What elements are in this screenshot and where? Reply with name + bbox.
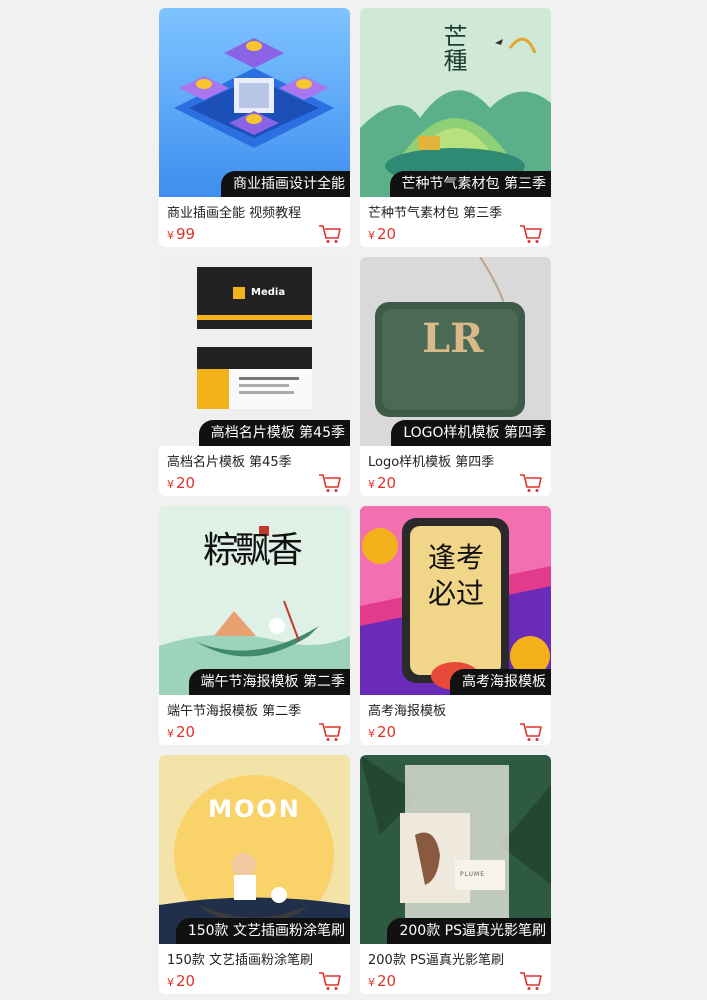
- product-title[interactable]: 高考海报模板: [368, 700, 446, 719]
- product-card[interactable]: 粽飘香 端午节海报模板 第二季 端午节海报模板 第二季 ¥20: [159, 506, 350, 745]
- currency-symbol: ¥: [368, 229, 375, 242]
- product-thumbnail[interactable]: MOON 150款 文艺插画粉涂笔刷: [159, 755, 350, 944]
- product-price: ¥20: [167, 474, 195, 492]
- price-value: 20: [377, 723, 397, 741]
- currency-symbol: ¥: [368, 727, 375, 740]
- product-banner: 芒种节气素材包 第三季: [389, 171, 551, 197]
- moon-festival-illustration: [159, 755, 350, 944]
- product-banner: 端午节海报模板 第二季: [188, 669, 350, 695]
- price-value: 20: [176, 474, 196, 492]
- product-title[interactable]: 商业插画全能 视频教程: [167, 202, 301, 221]
- price-value: 20: [176, 972, 196, 990]
- product-price: ¥99: [167, 225, 195, 243]
- currency-symbol: ¥: [167, 727, 174, 740]
- shopping-cart-icon[interactable]: [318, 722, 342, 742]
- product-card[interactable]: MOON 150款 文艺插画粉涂笔刷 150款 文艺插画粉涂笔刷 ¥20: [159, 755, 350, 994]
- currency-symbol: ¥: [368, 478, 375, 491]
- isometric-finance-illustration: [159, 8, 350, 197]
- artwork-logo-text: Media: [251, 287, 286, 298]
- currency-symbol: ¥: [167, 478, 174, 491]
- product-thumbnail[interactable]: LR LOGO样机模板 第四季: [360, 257, 551, 446]
- shopping-cart-icon[interactable]: [318, 224, 342, 244]
- product-title[interactable]: 200款 PS逼真光影笔刷: [368, 949, 504, 968]
- price-value: 99: [176, 225, 196, 243]
- shopping-cart-icon[interactable]: [519, 971, 543, 991]
- shopping-cart-icon[interactable]: [519, 224, 543, 244]
- product-banner: 200款 PS逼真光影笔刷: [387, 918, 551, 944]
- shopping-cart-icon[interactable]: [318, 473, 342, 493]
- product-thumbnail[interactable]: 芒種 芒种节气素材包 第三季: [360, 8, 551, 197]
- price-value: 20: [377, 225, 397, 243]
- artwork-text: PLUME: [460, 871, 486, 878]
- product-price: ¥20: [167, 723, 195, 741]
- product-title[interactable]: 芒种节气素材包 第三季: [368, 202, 502, 221]
- artwork-title: 逢考必过: [427, 541, 484, 610]
- product-price: ¥20: [368, 225, 396, 243]
- product-thumbnail[interactable]: 逢考必过 高考海报模板: [360, 506, 551, 695]
- price-value: 20: [377, 972, 397, 990]
- product-banner: 150款 文艺插画粉涂笔刷: [175, 918, 350, 944]
- product-card[interactable]: Media 高档名片模板 第45季 高档名片模板 第45季 ¥20: [159, 257, 350, 496]
- shadow-brush-card: [360, 755, 551, 944]
- product-card[interactable]: 商业插画设计全能 商业插画全能 视频教程 ¥99: [159, 8, 350, 247]
- product-card[interactable]: LR LOGO样机模板 第四季 Logo样机模板 第四季 ¥20: [360, 257, 551, 496]
- product-card[interactable]: 芒種 芒种节气素材包 第三季 芒种节气素材包 第三季 ¥20: [360, 8, 551, 247]
- shopping-cart-icon[interactable]: [519, 722, 543, 742]
- product-card[interactable]: 逢考必过 高考海报模板 高考海报模板 ¥20: [360, 506, 551, 745]
- product-title[interactable]: 端午节海报模板 第二季: [167, 700, 301, 719]
- product-banner: 高考海报模板: [450, 669, 551, 695]
- artwork-title: MOON: [208, 795, 301, 823]
- product-title[interactable]: 150款 文艺插画粉涂笔刷: [167, 949, 313, 968]
- product-price: ¥20: [167, 972, 195, 990]
- currency-symbol: ¥: [167, 229, 174, 242]
- price-value: 20: [377, 474, 397, 492]
- shopping-cart-icon[interactable]: [519, 473, 543, 493]
- artwork-title: 粽飘香: [203, 530, 303, 571]
- product-grid: 商业插画设计全能 商业插画全能 视频教程 ¥99 芒種 芒种节气素材包 第三季 …: [159, 8, 551, 994]
- product-card[interactable]: PLUME 200款 PS逼真光影笔刷 200款 PS逼真光影笔刷 ¥20: [360, 755, 551, 994]
- product-thumbnail[interactable]: PLUME 200款 PS逼真光影笔刷: [360, 755, 551, 944]
- product-thumbnail[interactable]: 粽飘香 端午节海报模板 第二季: [159, 506, 350, 695]
- currency-symbol: ¥: [368, 976, 375, 989]
- product-thumbnail[interactable]: Media 高档名片模板 第45季: [159, 257, 350, 446]
- business-card-mockup: [159, 257, 350, 446]
- artwork-title: 芒種: [439, 24, 467, 72]
- shopping-cart-icon[interactable]: [318, 971, 342, 991]
- price-value: 20: [176, 723, 196, 741]
- product-price: ¥20: [368, 723, 396, 741]
- product-banner: LOGO样机模板 第四季: [391, 420, 551, 446]
- product-title[interactable]: Logo样机模板 第四季: [368, 451, 494, 470]
- artwork-logo-text: LR: [422, 315, 484, 362]
- product-banner: 高档名片模板 第45季: [198, 420, 350, 446]
- product-banner: 商业插画设计全能: [221, 171, 350, 197]
- product-title[interactable]: 高档名片模板 第45季: [167, 451, 292, 470]
- product-price: ¥20: [368, 972, 396, 990]
- currency-symbol: ¥: [167, 976, 174, 989]
- product-thumbnail[interactable]: 商业插画设计全能: [159, 8, 350, 197]
- product-price: ¥20: [368, 474, 396, 492]
